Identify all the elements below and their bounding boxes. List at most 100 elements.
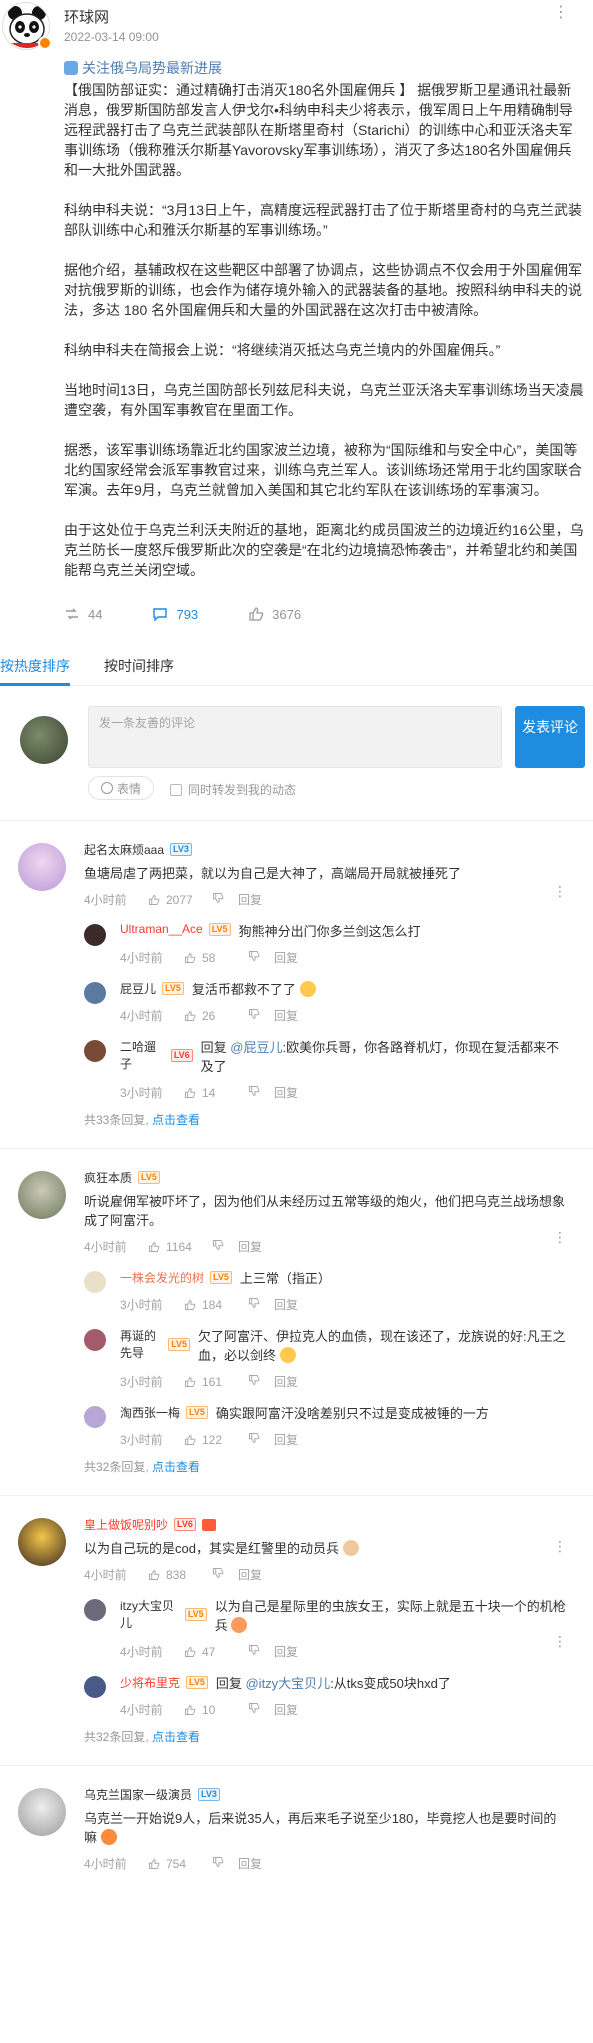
mention-link[interactable]: @itzy大宝贝儿: [245, 1676, 330, 1691]
commenter-name[interactable]: 乌克兰国家一级演员 LV3: [84, 1786, 220, 1803]
more-options-icon[interactable]: ⋮: [553, 1539, 567, 1553]
reply-like-count: 26: [202, 1008, 216, 1023]
reply-dislike-button[interactable]: [248, 1085, 274, 1100]
repost-button[interactable]: 44: [64, 607, 102, 622]
reply-dislike-button[interactable]: [248, 1297, 274, 1312]
reply-reply-button[interactable]: 回复: [274, 1431, 298, 1448]
reply-like-button[interactable]: 26: [184, 1009, 248, 1023]
more-replies-count: 共32条回复,: [84, 1460, 149, 1474]
reply-reply-button[interactable]: 回复: [274, 1701, 298, 1718]
tab-sort-time[interactable]: 按时间排序: [104, 656, 174, 676]
post-comment-button[interactable]: 发表评论: [515, 706, 585, 768]
comment-text: 鱼塘局虐了两把菜，就以为自己是大神了，高端局开局就被捶死了: [84, 866, 462, 881]
reply-dislike-button[interactable]: [248, 1432, 274, 1447]
comment-button[interactable]: 793: [152, 607, 198, 622]
thumbs-up-icon: [185, 1010, 196, 1021]
post-header: 环球网 2022-03-14 09:00 ⋮: [0, 0, 593, 58]
reply-like-button[interactable]: 184: [184, 1298, 248, 1312]
replier-name[interactable]: 二哈遛子 LV6: [120, 1038, 193, 1072]
replier-avatar[interactable]: [84, 1271, 106, 1293]
reply-reply-button[interactable]: 回复: [274, 1643, 298, 1660]
replier-avatar[interactable]: [84, 982, 106, 1004]
author-name[interactable]: 环球网: [64, 6, 109, 27]
reply-reply-button[interactable]: 回复: [274, 1007, 298, 1024]
reply: 一株会发光的树 LV5 上三常（指正） 3小时前 184 回复: [0, 1255, 593, 1313]
comment-time: 4小时前: [84, 1568, 127, 1582]
reply-reply-button[interactable]: 回复: [274, 1373, 298, 1390]
commenter-name[interactable]: 皇上做饭呢别吵 LV6: [84, 1516, 216, 1533]
reply-like-button[interactable]: 47: [184, 1645, 248, 1659]
commenter-avatar[interactable]: [18, 1518, 66, 1566]
replier-name[interactable]: 一株会发光的树 LV5: [120, 1269, 232, 1286]
view-replies-link[interactable]: 点击查看: [152, 1730, 200, 1744]
replier-name[interactable]: 屁豆儿 LV5: [120, 980, 184, 997]
reply-header: 少将布里克 LV5 回复 @itzy大宝贝儿:从tks变成50块hxd了: [84, 1674, 593, 1693]
view-replies-link[interactable]: 点击查看: [152, 1460, 200, 1474]
reply-reply-button[interactable]: 回复: [274, 1084, 298, 1101]
repost-checkbox-label: 同时转发到我的动态: [188, 783, 297, 797]
replier-avatar[interactable]: [84, 1329, 106, 1351]
commenter-avatar[interactable]: [18, 843, 66, 891]
level-badge: LV5: [162, 982, 184, 995]
replier-avatar[interactable]: [84, 1406, 106, 1428]
comment-dislike-button[interactable]: [212, 1856, 238, 1871]
comment-reply-button[interactable]: 回复: [238, 1566, 262, 1583]
comment-dislike-button[interactable]: [212, 1239, 238, 1254]
mention-link[interactable]: @屁豆儿: [230, 1040, 282, 1055]
reply-like-button[interactable]: 122: [184, 1433, 248, 1447]
more-options-icon[interactable]: ⋮: [553, 1634, 567, 1648]
reply-text: 回复 @itzy大宝贝儿:从tks变成50块hxd了: [216, 1674, 475, 1693]
comment-like-button[interactable]: 754: [148, 1857, 212, 1871]
replier-name[interactable]: itzy大宝贝儿 LV5: [120, 1597, 207, 1631]
commenter-name[interactable]: 疯狂本质 LV5: [84, 1169, 160, 1186]
reply-like-button[interactable]: 58: [184, 951, 248, 965]
reply-dislike-button[interactable]: [248, 1008, 274, 1023]
replier-name[interactable]: 再诞的先导 LV5: [120, 1327, 191, 1361]
replier-avatar[interactable]: [84, 1040, 106, 1062]
reply-like-button[interactable]: 14: [184, 1086, 248, 1100]
reply: itzy大宝贝儿 LV5 以为自己是星际里的虫族女王，实际上就是五十块一个的机枪兵…: [0, 1583, 593, 1660]
replier-name[interactable]: 淘西张一梅 LV5: [120, 1404, 208, 1421]
commenter-avatar[interactable]: [18, 1171, 66, 1219]
reply-dislike-button[interactable]: [248, 1374, 274, 1389]
comment-dislike-button[interactable]: [212, 1567, 238, 1582]
replier-avatar[interactable]: [84, 924, 106, 946]
tab-sort-hot[interactable]: 按热度排序: [0, 656, 70, 676]
reply-reply-button[interactable]: 回复: [274, 1296, 298, 1313]
comment-reply-button[interactable]: 回复: [238, 1855, 262, 1872]
more-options-icon[interactable]: ⋮: [553, 1230, 567, 1244]
reply-time: 3小时前: [120, 1298, 163, 1312]
comment-reply-button[interactable]: 回复: [238, 1238, 262, 1255]
more-options-icon[interactable]: ⋮: [553, 884, 567, 898]
comment-like-button[interactable]: 838: [148, 1568, 212, 1582]
comment-reply-button[interactable]: 回复: [238, 891, 262, 908]
thumbs-down-icon: [249, 1433, 260, 1443]
reply-header: 再诞的先导 LV5 欠了阿富汗、伊拉克人的血债，现在该还了，龙族说的好:凡王之血，…: [84, 1327, 593, 1365]
reply-reply-button[interactable]: 回复: [274, 949, 298, 966]
repost-checkbox[interactable]: 同时转发到我的动态: [170, 781, 296, 798]
reply-like-button[interactable]: 10: [184, 1703, 248, 1717]
replier-name[interactable]: Ultraman__Ace LV5: [120, 922, 231, 936]
comment-like-button[interactable]: 1164: [148, 1240, 212, 1254]
like-button[interactable]: 3676: [248, 607, 301, 622]
commenter-name[interactable]: 起名太麻烦aaa LV3: [84, 841, 192, 858]
replier-name-text: Ultraman__Ace: [120, 922, 203, 936]
topic-link[interactable]: 关注俄乌局势最新进展: [64, 58, 585, 78]
reply-dislike-button[interactable]: [248, 1644, 274, 1659]
replier-avatar[interactable]: [84, 1676, 106, 1698]
reply-like-button[interactable]: 161: [184, 1375, 248, 1389]
more-options-icon[interactable]: ⋮: [553, 5, 569, 21]
comment-like-button[interactable]: 2077: [148, 893, 212, 907]
view-replies-link[interactable]: 点击查看: [152, 1113, 200, 1127]
repost-count: 44: [88, 606, 103, 622]
reply-dislike-button[interactable]: [248, 950, 274, 965]
commenter-avatar[interactable]: [18, 1788, 66, 1836]
comment-dislike-button[interactable]: [212, 892, 238, 907]
reply-meta: 3小时前 122 回复: [84, 1431, 593, 1448]
comment-input[interactable]: 发一条友善的评论: [88, 706, 502, 768]
replier-name[interactable]: 少将布里克 LV5: [120, 1674, 208, 1691]
reply-dislike-button[interactable]: [248, 1702, 274, 1717]
replier-name-text: 一株会发光的树: [120, 1271, 205, 1285]
replier-avatar[interactable]: [84, 1599, 106, 1621]
emoji-button[interactable]: 表情: [88, 776, 154, 800]
